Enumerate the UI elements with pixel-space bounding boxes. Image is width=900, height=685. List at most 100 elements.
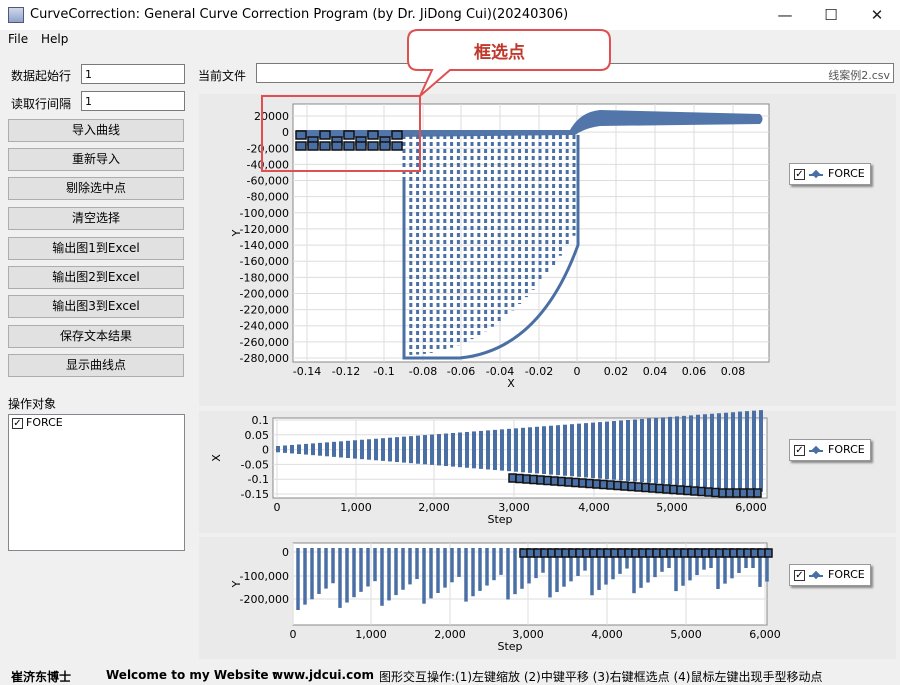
legend3-checkbox[interactable]: ✓ [794,570,805,581]
chart2-selected-point [718,488,727,498]
status-welcome: Welcome to my Website : [106,668,278,682]
chart2-selected-point [655,483,664,494]
chart3-ytick-label: -100,000 [240,570,289,583]
chart1-ytick-label: -20,000 [247,142,289,155]
chart3-selected-point [554,548,563,558]
chart2-selected-point [641,482,650,493]
chart1-ytick-label: -100,000 [240,207,289,220]
chart1-ytick-label: -60,000 [247,175,289,188]
chart1-ytick-label: -140,000 [240,239,289,252]
chart2-selected-point [711,487,720,498]
legend2-label: FORCE [828,443,865,456]
chart1-selected-point [367,130,379,140]
chart1-ytick-label: -200,000 [240,287,289,300]
chart3-ytick-label: 0 [282,546,289,559]
chart1-ytick-label: -40,000 [247,158,289,171]
charts-svg: 20000 0 -20,000 -40,000 -60,000 -80,000 -100,0… [210,29,781,653]
chart1-xtick-label: -0.08 [409,365,437,378]
chart3-selected-point [722,548,731,558]
chart2-selected-point [620,481,629,491]
chart2-selected-point [753,488,762,498]
chart3-selected-point [568,548,577,558]
chart1-xtick-label: -0.1 [373,365,394,378]
legend-marker-icon [811,445,821,455]
chart2-selected-point [662,484,671,494]
chart1-xtick-label: 0 [574,365,581,378]
chart1-ytick-label: 0 [282,126,289,139]
chart1-selected-point [319,130,331,140]
chart2-selected-point [613,480,622,491]
chart2: 0.10.050-0.05-0.1-0.150 1,000 2,000 3,000 4,… [210,410,768,526]
chart2-ytick-label: 0.05 [245,429,270,442]
chart3-selected-point [596,548,605,558]
chart2-selected-point [585,478,594,489]
chart2-selected-point [592,479,601,489]
chart2-selected-point [529,474,538,485]
chart2-xtick-label: 1,000 [340,501,372,514]
chart2-selected-point [690,486,699,496]
chart3-selected-point [526,548,535,558]
chart1-ytick-label: -260,000 [240,336,289,349]
chart1-legend[interactable]: ✓ FORCE [789,163,871,185]
chart2-selected-point [697,486,706,497]
chart3-selected-point [680,548,689,558]
legend1-checkbox[interactable]: ✓ [794,169,805,180]
legend3-label: FORCE [828,568,865,581]
chart3-selected-point [715,548,724,558]
chart1-selected-point [295,141,307,151]
chart2-ytick-label: 0 [262,444,269,457]
chart2-selected-point [557,476,566,487]
chart3-selected-point [666,548,675,558]
chart3-selected-point [701,548,710,558]
chart1-selected-point [343,130,355,140]
chart2-yaxis-title: X [210,454,223,462]
chart3-selected-point [582,548,591,558]
chart2-xtick-label: 5,000 [656,501,688,514]
chart1-selected-point [343,141,355,151]
chart3-selected-point [743,548,752,558]
chart2-legend[interactable]: ✓ FORCE [789,439,871,461]
chart2-ytick-label: -0.05 [241,458,269,471]
chart3-selected-point [547,548,556,558]
chart2-selected-point [683,485,692,496]
chart3-xtick-label: 0 [290,628,297,641]
chart3-selected-point [638,548,647,558]
status-author: 崔济东博士 [11,670,72,684]
chart1: 20000 0 -20,000 -40,000 -60,000 -80,000 -100,0… [230,103,770,390]
chart3-selected-point [673,548,682,558]
chart2-ytick-label: -0.1 [248,473,269,486]
chart3-ytick-label: -200,000 [240,593,289,606]
chart3-legend[interactable]: ✓ FORCE [789,564,871,586]
chart1-xaxis-title: X [507,377,515,390]
chart2-selected-point [543,475,552,486]
chart1-ytick-label: 20000 [254,110,289,123]
chart2-selected-point [725,488,734,498]
chart2-selected-point [578,478,587,488]
chart3-xaxis-title: Step [497,640,522,653]
chart1-ytick-label: -180,000 [240,271,289,284]
legend2-checkbox[interactable]: ✓ [794,445,805,456]
chart1-xtick-label: 0.04 [643,365,668,378]
chart2-xtick-label: 6,000 [735,501,767,514]
chart2-xtick-label: 0 [274,501,281,514]
chart3-selected-point [687,548,696,558]
chart3-selected-point [708,548,717,558]
chart1-selected-point [295,130,307,140]
chart3-selected-point [652,548,661,558]
chart3: 0-100,000-200,0000 1,000 2,000 3,000 4,000 5,… [230,542,781,653]
chart2-selected-point [676,485,685,495]
chart3-selected-point [764,548,773,558]
chart3-selected-point [757,548,766,558]
chart2-selected-point [508,473,517,483]
chart1-selected-point [391,130,403,140]
chart1-selected-point [307,141,319,151]
chart1-selected-point [391,141,403,151]
chart2-selected-point [634,482,643,492]
status-website-link[interactable]: www.jdcui.com [272,668,374,682]
chart3-selected-point [519,548,528,558]
chart1-ytick-label: -240,000 [240,320,289,333]
chart2-selected-point [599,479,608,490]
legend1-label: FORCE [828,167,865,180]
chart2-xtick-label: 2,000 [418,501,450,514]
chart1-selected-point [379,141,391,151]
